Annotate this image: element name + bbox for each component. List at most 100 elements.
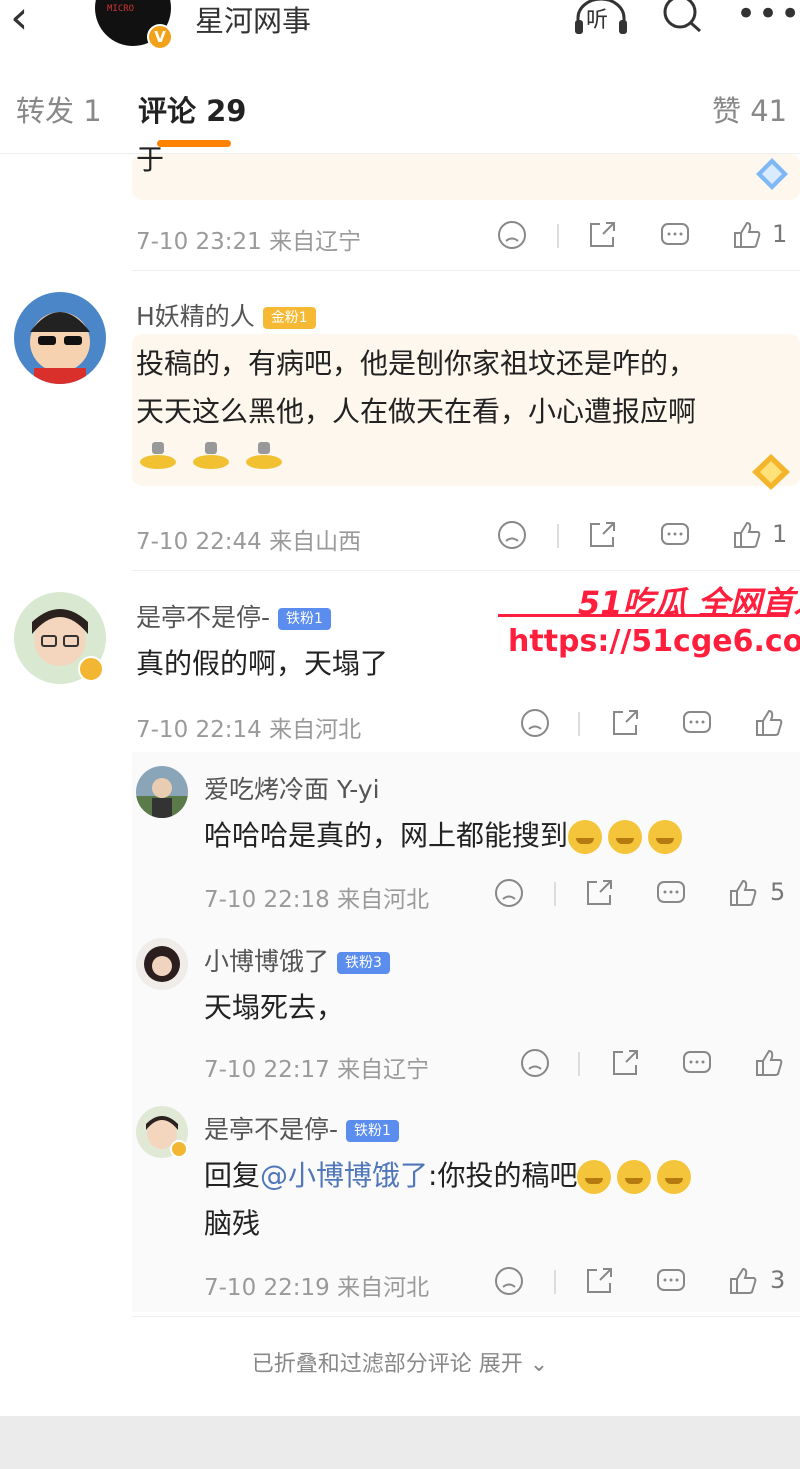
dislike-face-icon[interactable] xyxy=(520,708,550,738)
bottom-bar xyxy=(0,1416,800,1469)
tab-comments[interactable]: 评论 29 xyxy=(138,88,246,130)
like-thumb-icon[interactable] xyxy=(728,878,758,908)
fan-badge: 铁粉1 xyxy=(346,1120,399,1142)
like-thumb-icon[interactable] xyxy=(754,1048,784,1078)
active-tab-indicator xyxy=(157,140,231,147)
account-avatar-text: MICRO xyxy=(107,4,135,14)
dislike-face-icon[interactable] xyxy=(494,878,524,908)
dislike-face-icon[interactable] xyxy=(494,1266,524,1296)
reply-time: 7-10 22:19 xyxy=(204,1275,330,1301)
reply-location: 来自河北 xyxy=(337,1275,430,1301)
search-button[interactable] xyxy=(660,0,704,34)
action-separator xyxy=(554,882,556,906)
listen-button[interactable]: 听 xyxy=(572,0,630,36)
action-separator xyxy=(578,712,580,736)
reply-location: 来自辽宁 xyxy=(337,1057,430,1083)
show-collapsed-comments[interactable]: 已折叠和过滤部分评论 展开 ⌄ xyxy=(0,1346,800,1378)
more-options-icon[interactable]: ••• xyxy=(736,0,800,34)
comment-bubble xyxy=(132,154,800,200)
dislike-face-icon[interactable] xyxy=(497,220,527,250)
reply-text-row: 哈哈哈是真的，网上都能搜到 xyxy=(204,810,688,862)
comment-icon[interactable] xyxy=(660,220,690,250)
comment-divider xyxy=(132,270,800,271)
like-thumb-icon[interactable] xyxy=(732,220,762,250)
reply-meta: 7-10 22:18 来自河北 xyxy=(204,880,429,914)
tab-likes[interactable]: 赞 41 xyxy=(712,88,787,130)
share-icon[interactable] xyxy=(587,220,617,250)
user-avatar[interactable] xyxy=(14,292,106,384)
action-separator xyxy=(554,1270,556,1294)
like-count: 1 xyxy=(772,520,788,548)
comment-meta: 7-10 23:21 来自辽宁 xyxy=(136,222,361,256)
tip-emoji-icon xyxy=(246,442,283,469)
fan-badge: 金粉1 xyxy=(262,307,316,329)
share-icon[interactable] xyxy=(610,708,640,738)
blush-emoji-icon xyxy=(617,1160,652,1194)
comment-line-1: 投稿的，有病吧，他是刨你家祖坟还是咋的， xyxy=(136,347,697,380)
reply-meta: 7-10 22:17 来自辽宁 xyxy=(204,1050,429,1084)
top-bar: ‹ MICRO V 星河网事 听 ••• xyxy=(0,0,800,62)
verified-badge-icon xyxy=(78,656,104,682)
username-row: 小博博饿了 铁粉3 xyxy=(204,942,390,978)
comment-time: 7-10 22:14 xyxy=(136,717,262,743)
tip-emoji-icon xyxy=(140,442,176,469)
person-avatar-icon xyxy=(136,778,188,818)
reply-text: :你投的稿吧 xyxy=(428,1159,578,1192)
tab-bar: 转发 1 评论 29 赞 41 xyxy=(0,62,800,154)
chevron-down-icon: ⌄ xyxy=(529,1352,549,1377)
comment-divider xyxy=(132,570,800,571)
action-separator xyxy=(578,1052,580,1076)
username[interactable]: 是亭不是停- xyxy=(136,603,270,632)
share-icon[interactable] xyxy=(584,878,614,908)
laugh-emoji-icon xyxy=(648,820,683,854)
watermark-url: https://51cge6.com xyxy=(508,624,800,659)
cartoon-avatar-icon xyxy=(30,312,90,384)
like-count: 5 xyxy=(770,878,786,906)
username[interactable]: H妖精的人 xyxy=(136,302,255,331)
comment-icon[interactable] xyxy=(682,1048,712,1078)
reply-time: 7-10 22:17 xyxy=(204,1057,330,1083)
reply-meta: 7-10 22:19 来自河北 xyxy=(204,1268,429,1302)
reply-avatar[interactable] xyxy=(136,938,188,990)
like-thumb-icon[interactable] xyxy=(728,1266,758,1296)
tab-forward[interactable]: 转发 1 xyxy=(16,88,102,130)
account-name[interactable]: 星河网事 xyxy=(195,0,311,40)
reply-prefix: 回复 xyxy=(204,1159,261,1192)
watermark-title: 51吃瓜 全网首发 xyxy=(578,584,800,622)
comment-location: 来自河北 xyxy=(269,717,362,743)
username[interactable]: 是亭不是停- xyxy=(204,1115,338,1144)
comment-text: 于 xyxy=(136,143,165,176)
like-thumb-icon[interactable] xyxy=(754,708,784,738)
laugh-emoji-icon xyxy=(608,820,643,854)
fan-badge: 铁粉3 xyxy=(337,952,390,974)
comment-icon[interactable] xyxy=(656,1266,686,1296)
dislike-face-icon[interactable] xyxy=(520,1048,550,1078)
action-separator xyxy=(557,224,559,248)
listen-label: 听 xyxy=(586,8,609,33)
dislike-face-icon[interactable] xyxy=(497,520,527,550)
reply-avatar[interactable] xyxy=(136,766,188,818)
share-icon[interactable] xyxy=(587,520,617,550)
action-separator xyxy=(557,524,559,548)
comment-location: 来自辽宁 xyxy=(269,229,362,255)
comment-divider xyxy=(132,1316,800,1317)
collapsed-label: 已折叠和过滤部分评论 展开 xyxy=(251,1352,523,1377)
username[interactable]: 爱吃烤冷面 Y-yi xyxy=(204,770,380,806)
diamond-sticker-icon xyxy=(756,158,788,190)
share-icon[interactable] xyxy=(584,1266,614,1296)
tip-emoji-icon xyxy=(193,442,230,469)
back-chevron-icon[interactable]: ‹ xyxy=(10,0,28,40)
person-avatar-icon xyxy=(144,946,180,982)
reply-text-row: 回复@小博博饿了:你投的稿吧 xyxy=(204,1150,697,1202)
like-thumb-icon[interactable] xyxy=(732,520,762,550)
verified-badge-icon: V xyxy=(147,24,173,50)
emoji-row xyxy=(138,440,292,470)
comment-icon[interactable] xyxy=(656,878,686,908)
username[interactable]: 小博博饿了 xyxy=(204,947,329,976)
comment-icon[interactable] xyxy=(660,520,690,550)
username-row: H妖精的人 金粉1 xyxy=(136,297,316,333)
username-row: 是亭不是停- 铁粉1 xyxy=(136,598,331,634)
mention-link[interactable]: @小博博饿了 xyxy=(260,1159,428,1192)
share-icon[interactable] xyxy=(610,1048,640,1078)
comment-icon[interactable] xyxy=(682,708,712,738)
